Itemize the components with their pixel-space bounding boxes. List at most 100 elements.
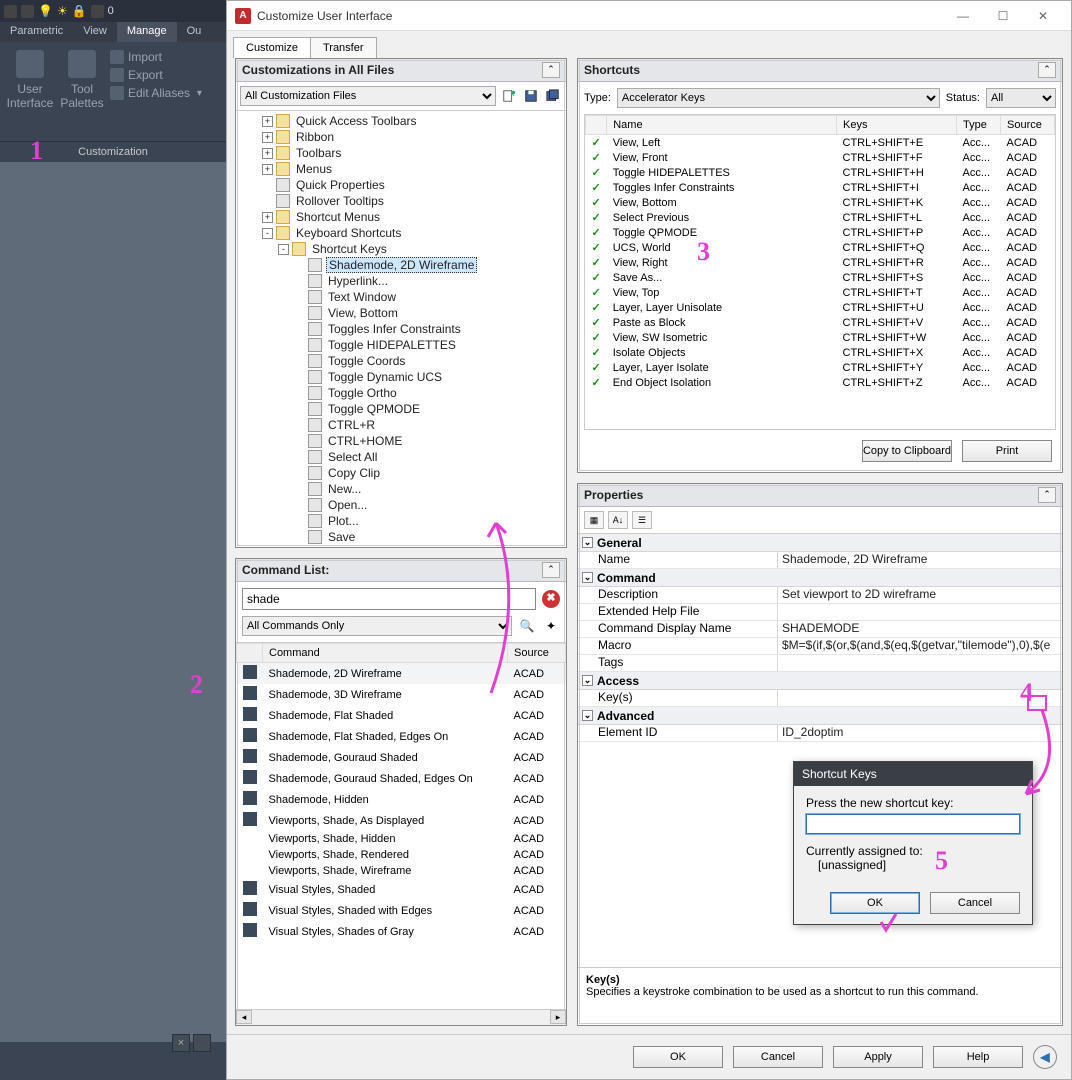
maximize-button[interactable]: ☐: [983, 2, 1023, 30]
help-button[interactable]: Help: [933, 1046, 1023, 1068]
command-row[interactable]: Viewports, Shade, WireframeACAD: [237, 863, 566, 879]
shortcut-input[interactable]: [806, 814, 1020, 834]
shortcut-row[interactable]: ✓Select PreviousCTRL+SHIFT+LAcc...ACAD: [586, 210, 1055, 225]
tree-node[interactable]: Toggle Dynamic UCS: [240, 369, 560, 385]
shortcut-row[interactable]: ✓View, RightCTRL+SHIFT+RAcc...ACAD: [586, 255, 1055, 270]
expander-icon[interactable]: -: [278, 244, 289, 255]
tree-node[interactable]: Shademode, 2D Wireframe: [240, 257, 560, 273]
tree-node[interactable]: View, Bottom: [240, 305, 560, 321]
property-value[interactable]: [778, 604, 1062, 620]
tree-node[interactable]: CTRL+R: [240, 417, 560, 433]
tab-customize[interactable]: Customize: [233, 37, 311, 58]
import-button[interactable]: Import: [110, 50, 202, 64]
property-grid[interactable]: ⌄GeneralNameShademode, 2D Wireframe⌄Comm…: [578, 533, 1062, 773]
tab-parametric[interactable]: Parametric: [0, 22, 73, 42]
tree-node[interactable]: +Quick Access Toolbars: [240, 113, 560, 129]
tree-node[interactable]: Copy Clip: [240, 465, 560, 481]
property-value[interactable]: [778, 690, 1062, 706]
shortcut-row[interactable]: ✓End Object IsolationCTRL+SHIFT+ZAcc...A…: [586, 375, 1055, 390]
property-pages-icon[interactable]: ☰: [632, 511, 652, 529]
command-search-input[interactable]: [242, 588, 536, 610]
shortcut-row[interactable]: ✓Layer, Layer UnisolateCTRL+SHIFT+UAcc..…: [586, 300, 1055, 315]
close-tab-icon[interactable]: ×: [172, 1034, 190, 1052]
tab-transfer[interactable]: Transfer: [310, 37, 377, 58]
shortcut-row[interactable]: ✓Isolate ObjectsCTRL+SHIFT+XAcc...ACAD: [586, 345, 1055, 360]
tree-node[interactable]: Quick Properties: [240, 177, 560, 193]
shortcut-row[interactable]: ✓View, FrontCTRL+SHIFT+FAcc...ACAD: [586, 150, 1055, 165]
scroll-right-icon[interactable]: ▸: [550, 1010, 566, 1024]
cancel-button[interactable]: Cancel: [733, 1046, 823, 1068]
property-row[interactable]: Element IDID_2doptim: [578, 725, 1062, 742]
command-row[interactable]: Viewports, Shade, HiddenACAD: [237, 831, 566, 847]
clear-search-icon[interactable]: ✖: [542, 590, 560, 608]
tree-node[interactable]: CTRL+HOME: [240, 433, 560, 449]
shortcut-row[interactable]: ✓View, LeftCTRL+SHIFT+EAcc...ACAD: [586, 135, 1055, 151]
shortcut-row[interactable]: ✓Save As...CTRL+SHIFT+SAcc...ACAD: [586, 270, 1055, 285]
col-command[interactable]: Command: [263, 644, 508, 663]
tree-node[interactable]: Open...: [240, 497, 560, 513]
print-button[interactable]: Print: [962, 440, 1052, 462]
alphabetical-icon[interactable]: A↓: [608, 511, 628, 529]
expander-icon[interactable]: -: [262, 228, 273, 239]
expander-icon[interactable]: +: [262, 148, 273, 159]
categorized-icon[interactable]: ▦: [584, 511, 604, 529]
property-category[interactable]: ⌄Access: [578, 672, 1062, 690]
collapse-icon[interactable]: ⌃: [542, 562, 560, 578]
col-source[interactable]: Source: [508, 644, 566, 663]
close-button[interactable]: ✕: [1023, 2, 1063, 30]
command-row[interactable]: Visual Styles, Shaded with EdgesACAD: [237, 900, 566, 921]
customization-tree[interactable]: +Quick Access Toolbars+Ribbon+Toolbars+M…: [236, 111, 566, 547]
property-value[interactable]: Set viewport to 2D wireframe: [778, 587, 1062, 603]
apply-button[interactable]: Apply: [833, 1046, 923, 1068]
tool-palettes-button[interactable]: Tool Palettes: [58, 50, 106, 110]
tree-node[interactable]: Toggle Coords: [240, 353, 560, 369]
command-filter-select[interactable]: All Commands Only: [242, 616, 512, 636]
property-row[interactable]: Key(s): [578, 690, 1062, 707]
command-row[interactable]: Shademode, Gouraud ShadedACAD: [237, 747, 566, 768]
tree-node[interactable]: Toggle QPMODE: [240, 401, 560, 417]
expander-icon[interactable]: ⌄: [582, 537, 593, 548]
save-all-icon[interactable]: [544, 87, 562, 105]
customization-filter-select[interactable]: All Customization Files: [240, 86, 496, 106]
tree-node[interactable]: +Toolbars: [240, 145, 560, 161]
property-value[interactable]: ID_2doptim: [778, 725, 1062, 741]
property-category[interactable]: ⌄Advanced: [578, 707, 1062, 725]
minimize-button[interactable]: —: [943, 2, 983, 30]
tree-node[interactable]: -Keyboard Shortcuts: [240, 225, 560, 241]
col-type[interactable]: Type: [957, 116, 1001, 135]
tree-node[interactable]: -Shortcut Keys: [240, 241, 560, 257]
col-name[interactable]: Name: [607, 116, 837, 135]
property-row[interactable]: DescriptionSet viewport to 2D wireframe: [578, 587, 1062, 604]
info-icon[interactable]: ◀: [1033, 1045, 1057, 1069]
shortcuts-table[interactable]: Name Keys Type Source ✓View, LeftCTRL+SH…: [584, 114, 1056, 430]
command-row[interactable]: Shademode, 3D WireframeACAD: [237, 684, 566, 705]
tree-node[interactable]: Hyperlink...: [240, 273, 560, 289]
expander-icon[interactable]: +: [262, 164, 273, 175]
command-row[interactable]: Shademode, Flat Shaded, Edges OnACAD: [237, 726, 566, 747]
horizontal-scrollbar[interactable]: ◂ ▸: [236, 1009, 566, 1025]
tree-node[interactable]: +Shortcut Menus: [240, 209, 560, 225]
expander-icon[interactable]: +: [262, 132, 273, 143]
collapse-icon[interactable]: ⌃: [542, 62, 560, 78]
collapse-icon[interactable]: ⌃: [1038, 62, 1056, 78]
user-interface-button[interactable]: User Interface: [6, 50, 54, 110]
property-value[interactable]: $M=$(if,$(or,$(and,$(eq,$(getvar,"tilemo…: [778, 638, 1062, 654]
tab-view[interactable]: View: [73, 22, 117, 42]
command-row[interactable]: Visual Styles, ShadedACAD: [237, 879, 566, 900]
tab-output[interactable]: Ou: [177, 22, 212, 42]
shortcut-row[interactable]: ✓UCS, WorldCTRL+SHIFT+QAcc...ACAD: [586, 240, 1055, 255]
property-row[interactable]: Tags: [578, 655, 1062, 672]
property-row[interactable]: Extended Help File: [578, 604, 1062, 621]
property-category[interactable]: ⌄General: [578, 534, 1062, 552]
property-value[interactable]: [778, 655, 1062, 671]
expander-icon[interactable]: +: [262, 116, 273, 127]
property-value[interactable]: SHADEMODE: [778, 621, 1062, 637]
tree-node[interactable]: Toggle Ortho: [240, 385, 560, 401]
col-source[interactable]: Source: [1001, 116, 1055, 135]
ok-button[interactable]: OK: [633, 1046, 723, 1068]
command-table[interactable]: Command Source Shademode, 2D WireframeAC…: [236, 642, 566, 1009]
shortcut-row[interactable]: ✓View, SW IsometricCTRL+SHIFT+WAcc...ACA…: [586, 330, 1055, 345]
layout-tab[interactable]: [193, 1034, 211, 1052]
export-button[interactable]: Export: [110, 68, 202, 82]
tree-node[interactable]: Toggles Infer Constraints: [240, 321, 560, 337]
